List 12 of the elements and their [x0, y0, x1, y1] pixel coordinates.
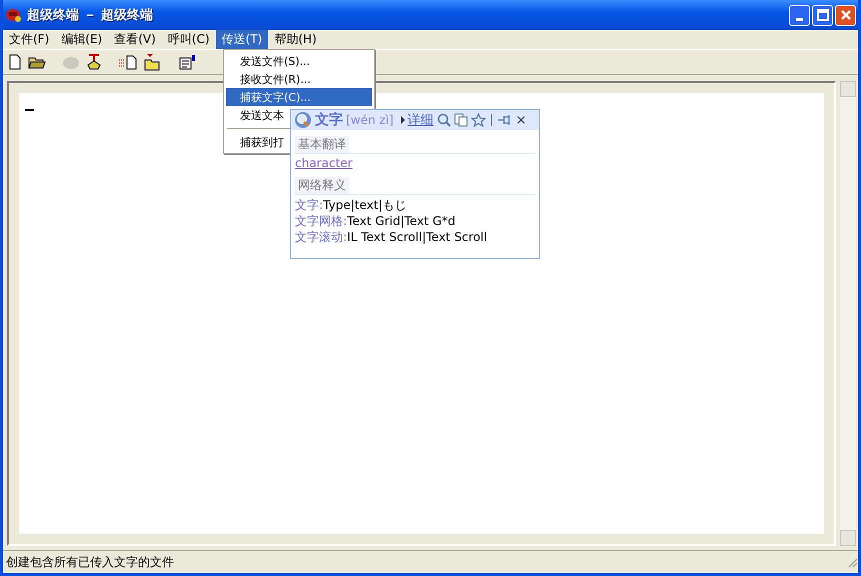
definition: IL Text Scroll|Text Scroll — [347, 230, 488, 244]
section-heading: 基本翻译 — [295, 136, 349, 153]
definition: Text Grid|Text G*d — [347, 214, 456, 228]
section-heading: 网络释义 — [295, 177, 349, 194]
status-text: 创建包含所有已传入文字的文件 — [6, 554, 175, 570]
term: 文字网格: — [295, 214, 348, 228]
term: 文字: — [295, 198, 324, 212]
window-title: 超级终端 － 超级终端 — [27, 7, 154, 24]
pinyin: [wén zì] — [346, 113, 394, 127]
term: 文字滚动: — [295, 230, 348, 244]
headword: 文字 — [315, 111, 343, 129]
definition: Type|text|もじ — [323, 198, 406, 212]
